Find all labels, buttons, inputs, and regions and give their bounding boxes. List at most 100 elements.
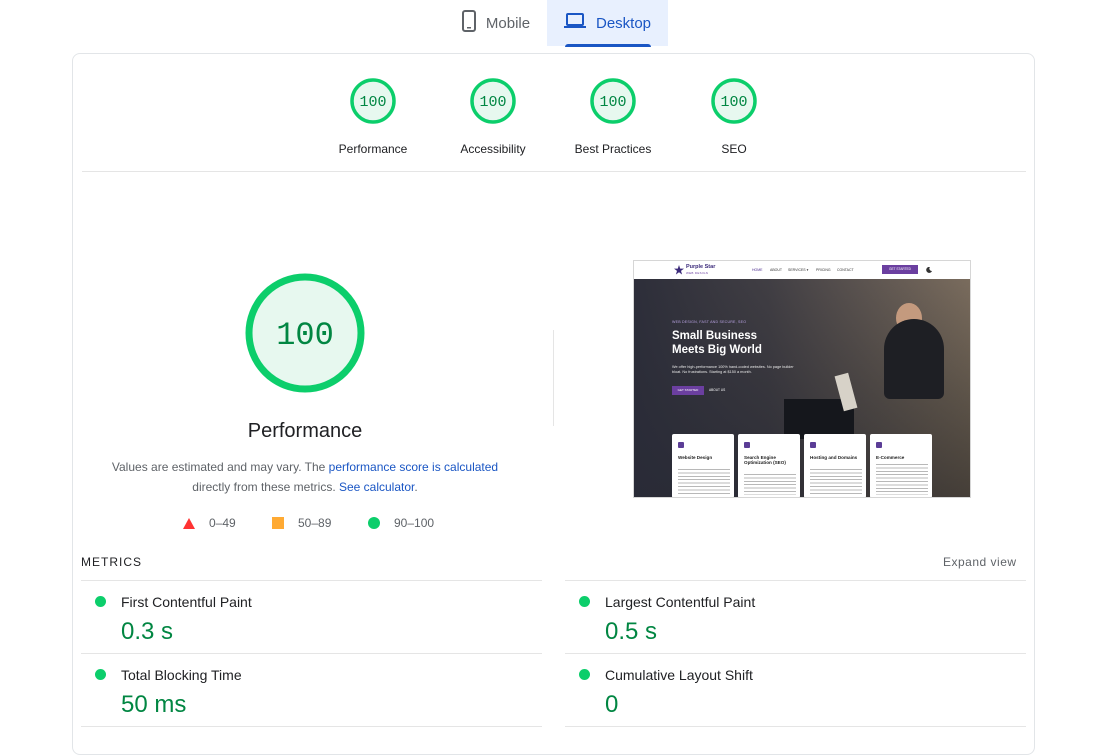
section-divider <box>82 171 1026 172</box>
screenshot-nav-item: CONTACT <box>837 268 854 272</box>
performance-score-gauge: 100 <box>245 273 365 393</box>
headline-line: Meets Big World <box>672 344 762 356</box>
headline-line: Small Business <box>672 330 758 342</box>
service-text-lines <box>678 469 730 495</box>
metric-value: 0.5 s <box>605 618 658 645</box>
tab-selected-indicator <box>565 44 651 47</box>
screenshot-get-started-button: GET STARTED <box>672 386 704 395</box>
service-title: Website Design <box>678 455 713 460</box>
legend-pass: 90–100 <box>368 516 434 530</box>
description-text: directly from these metrics. <box>192 480 339 494</box>
category-score: 100 <box>720 94 747 111</box>
service-text-lines <box>810 469 862 495</box>
metric-divider <box>81 653 542 654</box>
metric-divider <box>81 580 542 581</box>
legend-fail: 0–49 <box>183 516 236 530</box>
score-ring: 100 <box>711 78 757 124</box>
category-gauge-best-practices[interactable]: 100 Best Practices <box>553 77 673 156</box>
metric-pass-icon <box>95 669 106 680</box>
category-score: 100 <box>479 94 506 111</box>
hero-photo-person <box>884 319 944 399</box>
category-score: 100 <box>599 94 626 111</box>
legend-range: 90–100 <box>394 516 435 530</box>
legend-range: 50–89 <box>298 516 332 530</box>
description-text: Values are estimated and may vary. The <box>111 460 329 474</box>
metric-name: Largest Contentful Paint <box>605 594 756 610</box>
category-label: Best Practices <box>574 142 652 156</box>
metric-divider <box>565 580 1026 581</box>
screenshot-service-card: E-Commerce <box>870 434 932 497</box>
metric-name: First Contentful Paint <box>121 594 252 610</box>
vertical-divider <box>553 330 554 426</box>
category-label: SEO <box>721 142 747 156</box>
phone-icon <box>461 10 476 36</box>
metric-divider <box>81 726 542 727</box>
service-title: Hosting and Domains <box>810 455 858 460</box>
laptop-icon <box>563 12 586 34</box>
screenshot-nav-item: PRICING <box>816 268 831 272</box>
star-logo-icon <box>674 265 684 275</box>
service-text-lines <box>876 464 928 495</box>
service-icon <box>678 442 684 448</box>
screenshot-brand: Purple Star <box>686 264 716 270</box>
tab-desktop-label: Desktop <box>595 14 652 32</box>
final-screenshot[interactable]: Purple Star WEB DESIGN HOME ABOUT SERVIC… <box>633 260 971 498</box>
legend-range: 0–49 <box>209 516 236 530</box>
screenshot-eyebrow: WEB DESIGN, FAST AND SECURE, SEO <box>672 320 747 324</box>
description-text: . <box>414 480 418 494</box>
moon-icon <box>926 267 932 273</box>
score-ring: 100 <box>470 78 516 124</box>
screenshot-nav-item: HOME <box>752 268 763 272</box>
metric-name: Total Blocking Time <box>121 667 242 683</box>
service-icon <box>876 442 882 448</box>
service-icon <box>744 442 750 448</box>
category-gauge-performance[interactable]: 100 Performance <box>313 77 433 156</box>
service-text-lines <box>744 474 796 495</box>
metric-value: 0 <box>605 691 619 718</box>
screenshot-service-card: Website Design <box>672 434 734 497</box>
tab-mobile-label: Mobile <box>485 14 531 32</box>
metric-value: 0.3 s <box>121 618 174 645</box>
metric-divider <box>565 653 1026 654</box>
tab-desktop[interactable]: Desktop <box>547 0 668 46</box>
screenshot-navbar: Purple Star WEB DESIGN HOME ABOUT SERVIC… <box>634 261 970 279</box>
service-title: E-Commerce <box>876 455 905 460</box>
triangle-icon <box>183 517 195 529</box>
metrics-heading: METRICS <box>81 555 142 569</box>
screenshot-about-button: ABOUT US <box>709 388 726 392</box>
device-tabs: Mobile Desktop <box>0 0 1100 48</box>
performance-score: 100 <box>276 317 334 354</box>
service-title: Search Engine Optimization (SEO) <box>744 455 786 466</box>
metric-value: 50 ms <box>121 691 187 718</box>
screenshot-service-card: Hosting and Domains <box>804 434 866 497</box>
screenshot-cta: GET STARTED <box>882 265 918 274</box>
screenshot-service-card: Search Engine Optimization (SEO) <box>738 434 800 497</box>
score-ring: 100 <box>350 78 396 124</box>
metric-pass-icon <box>95 596 106 607</box>
circle-icon <box>368 517 380 529</box>
square-icon <box>272 517 284 529</box>
legend-average: 50–89 <box>272 516 331 530</box>
screenshot-headline: Small Business Meets Big World <box>672 329 762 357</box>
performance-description: Values are estimated and may vary. The p… <box>100 457 510 497</box>
performance-score-link[interactable]: performance score is calculated <box>329 460 498 474</box>
screenshot-brand-sub: WEB DESIGN <box>686 270 709 275</box>
metric-name: Cumulative Layout Shift <box>605 667 753 683</box>
service-icon <box>810 442 816 448</box>
screenshot-nav-item: ABOUT <box>770 268 783 272</box>
metric-pass-icon <box>579 596 590 607</box>
category-score: 100 <box>359 94 386 111</box>
screenshot-nav-item: SERVICES ▾ <box>788 268 809 272</box>
tab-mobile[interactable]: Mobile <box>448 0 544 46</box>
score-ring: 100 <box>590 78 636 124</box>
category-label: Performance <box>338 142 408 156</box>
metric-divider <box>565 726 1026 727</box>
category-gauge-seo[interactable]: 100 SEO <box>674 77 794 156</box>
expand-view-button[interactable]: Expand view <box>943 555 1017 569</box>
screenshot-subtext: We offer high-performance 100% hand-code… <box>672 365 794 374</box>
metric-pass-icon <box>579 669 590 680</box>
performance-title: Performance <box>247 420 363 442</box>
see-calculator-link[interactable]: See calculator <box>339 480 414 494</box>
category-label: Accessibility <box>460 142 526 156</box>
category-gauge-accessibility[interactable]: 100 Accessibility <box>433 77 553 156</box>
